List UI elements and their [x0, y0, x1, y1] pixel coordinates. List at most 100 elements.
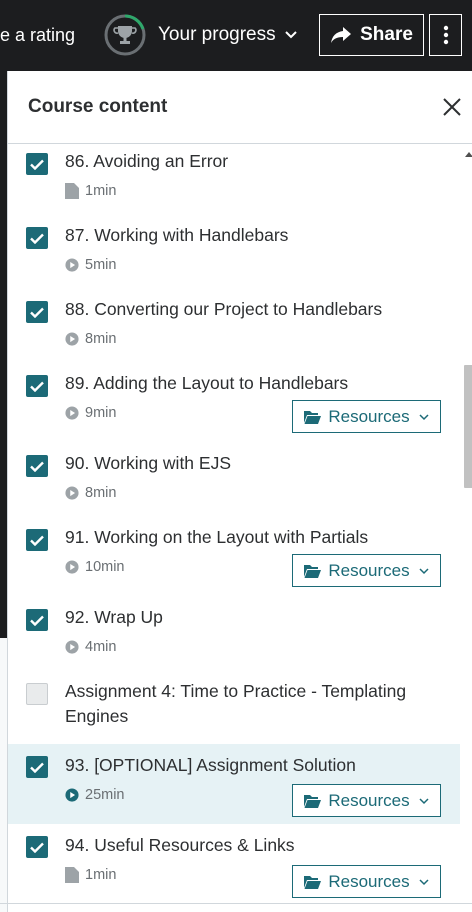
trophy-progress-icon — [104, 14, 146, 56]
vertical-dots-icon — [443, 25, 448, 45]
chevron-down-icon — [419, 567, 429, 574]
lecture-title: 89. Adding the Layout to Handlebars — [65, 373, 349, 393]
play-icon — [65, 560, 79, 574]
resources-button[interactable]: Resources — [292, 865, 441, 898]
checkbox[interactable] — [26, 455, 48, 477]
duration: 10min — [85, 559, 125, 575]
list-item[interactable]: 89. Adding the Layout to Handlebars 9min… — [8, 367, 460, 447]
resources-label: Resources — [328, 406, 410, 426]
check-icon — [30, 762, 44, 773]
progress-label: Your progress — [158, 24, 276, 45]
duration: 8min — [85, 331, 117, 347]
lecture-title: 94. Useful Resources & Links — [65, 835, 295, 855]
list-item[interactable]: 88. Converting our Project to Handlebars… — [8, 293, 460, 367]
resources-label: Resources — [328, 560, 410, 580]
assignment-title: Assignment 4: Time to Practice - Templat… — [65, 681, 407, 726]
duration: 4min — [85, 639, 117, 655]
list-item[interactable]: 90. Working with EJS 8min — [8, 447, 460, 521]
check-icon — [30, 159, 44, 170]
check-icon — [30, 615, 44, 626]
lecture-meta: 9min — [65, 405, 116, 421]
lecture-meta: 8min — [65, 485, 116, 501]
list-item[interactable]: 91. Working on the Layout with Partials … — [8, 521, 460, 601]
checkbox[interactable] — [26, 609, 48, 631]
duration: 25min — [85, 787, 125, 803]
assignment-item[interactable]: Assignment 4: Time to Practice - Templat… — [8, 675, 460, 744]
share-button[interactable]: Share — [319, 14, 424, 56]
progress-dropdown[interactable]: Your progress — [104, 12, 298, 58]
duration: 1min — [85, 183, 117, 199]
play-icon — [65, 640, 79, 654]
resources-button[interactable]: Resources — [292, 554, 441, 587]
lecture-meta: 1min — [65, 867, 116, 883]
lecture-meta: 25min — [65, 787, 125, 803]
check-icon — [30, 233, 44, 244]
close-icon[interactable] — [442, 97, 462, 117]
panel-title: Course content — [28, 96, 168, 117]
chevron-down-icon — [419, 413, 429, 420]
checkbox[interactable] — [26, 836, 48, 858]
checkbox[interactable] — [26, 529, 48, 551]
lecture-title: 91. Working on the Layout with Partials — [65, 527, 369, 547]
play-icon — [65, 486, 79, 500]
duration: 8min — [85, 485, 117, 501]
lecture-meta: 4min — [65, 639, 116, 655]
play-icon — [65, 406, 79, 420]
check-icon — [30, 461, 44, 472]
panel-header: Course content — [8, 71, 472, 144]
chevron-down-icon — [284, 31, 297, 39]
checkbox[interactable] — [26, 227, 48, 249]
folder-open-icon — [304, 794, 322, 808]
chevron-down-icon — [419, 878, 429, 885]
lecture-title: 90. Working with EJS — [65, 453, 231, 473]
checkbox[interactable] — [26, 375, 48, 397]
lecture-title: 93. [OPTIONAL] Assignment Solution — [65, 755, 356, 775]
background-page-light — [0, 638, 7, 912]
folder-open-icon — [304, 564, 322, 578]
checkbox[interactable] — [26, 756, 48, 778]
divider — [0, 903, 472, 904]
resources-label: Resources — [328, 790, 410, 810]
lecture-meta: 1min — [65, 183, 116, 199]
scroll-up-arrow[interactable] — [465, 151, 472, 159]
list-item-active[interactable]: 93. [OPTIONAL] Assignment Solution 25min… — [8, 744, 460, 824]
lecture-meta: 5min — [65, 257, 116, 273]
top-bar: e a rating Your progress Share — [0, 0, 472, 71]
chevron-down-icon — [419, 797, 429, 804]
check-icon — [30, 842, 44, 853]
leave-rating-link[interactable]: e a rating — [0, 25, 75, 46]
play-icon — [65, 258, 79, 272]
checkbox[interactable] — [26, 153, 48, 175]
course-content-panel: Course content 86. Avoiding an Error 1mi… — [7, 71, 472, 912]
check-icon — [30, 381, 44, 392]
duration: 1min — [85, 867, 117, 883]
lecture-meta: 10min — [65, 559, 125, 575]
duration: 5min — [85, 257, 117, 273]
check-icon — [30, 535, 44, 546]
more-options-button[interactable] — [429, 14, 462, 56]
list-item[interactable]: 94. Useful Resources & Links 1min Resour… — [8, 824, 460, 906]
article-icon — [65, 183, 79, 199]
lecture-list: 86. Avoiding an Error 1min 87. Working w… — [8, 145, 472, 912]
resources-label: Resources — [328, 871, 410, 891]
duration: 9min — [85, 405, 117, 421]
play-icon — [65, 332, 79, 346]
lecture-title: 88. Converting our Project to Handlebars — [65, 299, 383, 319]
lecture-meta: 8min — [65, 331, 116, 347]
resources-button[interactable]: Resources — [292, 784, 441, 817]
lecture-title: 86. Avoiding an Error — [65, 151, 229, 171]
folder-open-icon — [304, 875, 322, 889]
list-item[interactable]: 86. Avoiding an Error 1min — [8, 145, 460, 219]
background-page-dark — [0, 71, 7, 638]
check-icon — [30, 307, 44, 318]
checkbox[interactable] — [26, 301, 48, 323]
list-item[interactable]: 87. Working with Handlebars 5min — [8, 219, 460, 293]
scrollbar-thumb[interactable] — [464, 365, 472, 488]
list-item[interactable]: 92. Wrap Up 4min — [8, 601, 460, 675]
checkbox[interactable] — [26, 683, 48, 705]
lecture-title: 87. Working with Handlebars — [65, 225, 289, 245]
article-icon — [65, 867, 79, 883]
resources-button[interactable]: Resources — [292, 400, 441, 433]
play-icon — [65, 788, 79, 802]
folder-open-icon — [304, 410, 322, 424]
